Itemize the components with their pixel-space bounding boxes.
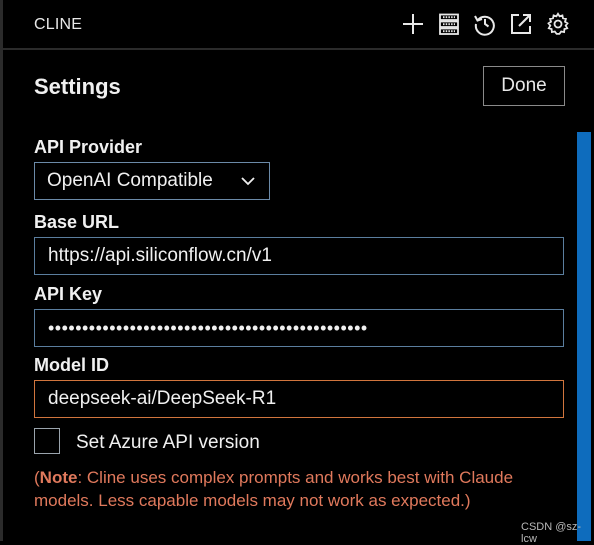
base-url-label: Base URL: [34, 212, 120, 232]
done-button[interactable]: Done: [483, 66, 565, 106]
plus-icon[interactable]: [401, 12, 425, 36]
azure-api-version-label[interactable]: Set Azure API version: [76, 432, 260, 454]
base-url-input[interactable]: https://api.siliconflow.cn/v1: [34, 237, 564, 275]
api-provider-value: OpenAI Compatible: [47, 170, 213, 191]
model-id-value: deepseek-ai/DeepSeek-R1: [48, 388, 277, 409]
api-key-value: ••••••••••••••••••••••••••••••••••••••••…: [48, 317, 368, 338]
panel-title: CLINE: [34, 16, 83, 33]
server-icon[interactable]: [437, 12, 461, 36]
watermark: CSDN @sz-lcw: [521, 521, 582, 545]
api-provider-label: API Provider: [34, 137, 143, 157]
history-icon[interactable]: [473, 12, 497, 36]
note-text: : Cline uses complex prompts and works b…: [34, 468, 514, 510]
model-warning-note: (Note: Cline uses complex prompts and wo…: [34, 466, 554, 512]
model-id-label: Model ID: [34, 355, 109, 375]
gear-icon[interactable]: [546, 12, 570, 36]
model-id-input[interactable]: deepseek-ai/DeepSeek-R1: [34, 380, 564, 418]
title-bar: CLINE: [0, 0, 594, 50]
settings-heading: Settings: [34, 74, 121, 99]
api-key-input[interactable]: ••••••••••••••••••••••••••••••••••••••••…: [34, 309, 564, 347]
api-key-label: API Key: [34, 284, 103, 304]
chevron-down-icon: [241, 177, 255, 186]
base-url-value: https://api.siliconflow.cn/v1: [48, 245, 272, 266]
scrollbar-thumb[interactable]: [577, 132, 591, 541]
api-provider-select[interactable]: OpenAI Compatible: [34, 162, 270, 200]
azure-api-version-checkbox[interactable]: [34, 428, 60, 454]
note-bold-label: Note: [39, 468, 78, 487]
external-link-icon[interactable]: [509, 12, 533, 36]
